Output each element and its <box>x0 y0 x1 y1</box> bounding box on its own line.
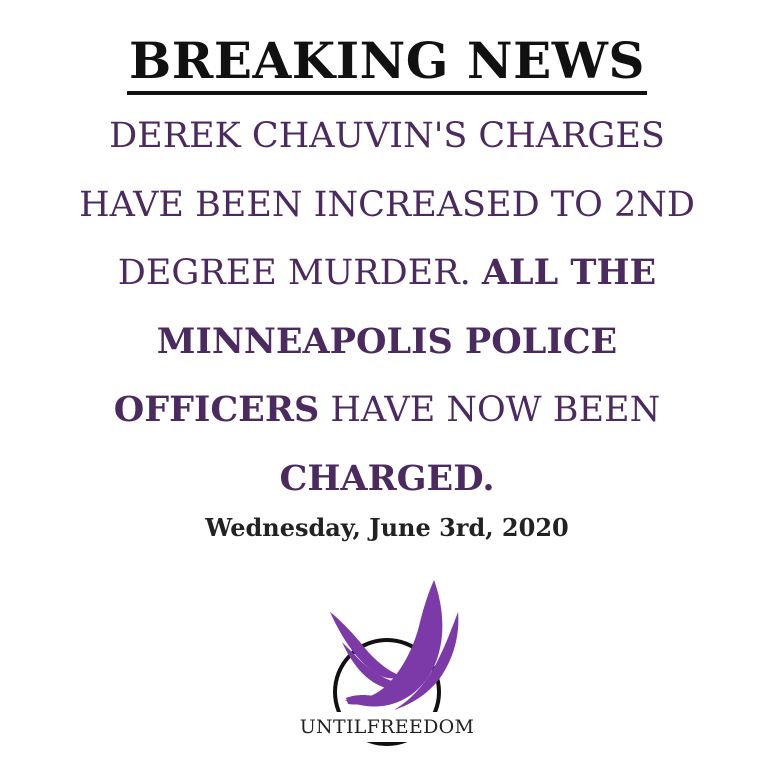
body-text: HAVE NOW BEEN <box>319 390 661 430</box>
body-line: DEGREE MURDER. ALL THE <box>0 239 774 308</box>
body-line: DEREK CHAUVIN'S CHARGES <box>0 102 774 171</box>
headline: BREAKING NEWS <box>0 28 774 95</box>
news-body: DEREK CHAUVIN'S CHARGES HAVE BEEN INCREAS… <box>0 102 774 513</box>
body-text: DEGREE MURDER. <box>117 253 482 293</box>
body-text-bold: ALL THE <box>481 252 657 293</box>
body-line: OFFICERS HAVE NOW BEEN <box>0 376 774 445</box>
body-text: HAVE BEEN INCREASED TO 2ND <box>79 184 695 225</box>
body-line: HAVE BEEN INCREASED TO 2ND <box>0 171 774 240</box>
body-text-bold: CHARGED. <box>279 457 495 499</box>
body-line: MINNEAPOLIS POLICE <box>0 308 774 377</box>
body-text: DEREK CHAUVIN'S CHARGES <box>109 116 665 156</box>
until-freedom-logo: UNTILFREEDOM <box>262 572 512 752</box>
body-line: CHARGED. <box>0 445 774 514</box>
date-line: Wednesday, June 3rd, 2020 <box>205 513 569 542</box>
body-text-bold: MINNEAPOLIS POLICE <box>156 320 618 362</box>
headline-text: BREAKING NEWS <box>127 31 647 95</box>
logo-text: UNTILFREEDOM <box>262 712 512 742</box>
news-graphic: BREAKING NEWS DEREK CHAUVIN'S CHARGES HAV… <box>0 0 774 774</box>
body-text-bold: OFFICERS <box>113 389 320 430</box>
